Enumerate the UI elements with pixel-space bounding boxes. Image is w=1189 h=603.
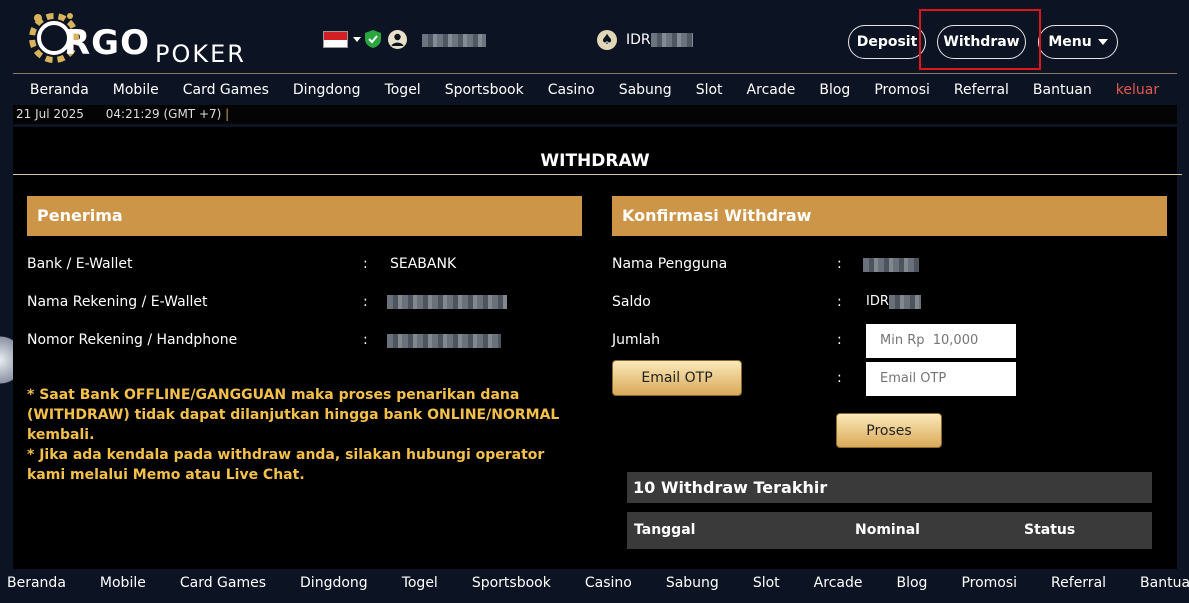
language-caret-icon[interactable] [353, 37, 361, 42]
footer-nav-promosi[interactable]: Promosi [944, 570, 1034, 596]
col-status: Status [1024, 522, 1076, 538]
menu-label: Menu [1048, 34, 1092, 50]
nav-item-beranda[interactable]: Beranda [18, 76, 101, 104]
footer-nav-card-games[interactable]: Card Games [163, 570, 283, 596]
col-nominal: Nominal [855, 522, 920, 538]
main-nav: Beranda Mobile Card Games Dingdong Togel… [0, 76, 1189, 104]
username-value-redacted [863, 258, 919, 272]
current-time: 04:21:29 (GMT +7) [105, 107, 222, 121]
withdraw-panel: WITHDRAW Penerima Bank / E-Wallet : SEAB… [13, 127, 1182, 569]
footer-nav-slot[interactable]: Slot [736, 570, 797, 596]
nav-item-sportsbook[interactable]: Sportsbook [433, 76, 536, 104]
footer-nav-dingdong[interactable]: Dingdong [283, 570, 385, 596]
bank-colon: : [363, 256, 368, 272]
account-name-redacted [387, 295, 507, 309]
deposit-button[interactable]: Deposit [848, 25, 926, 59]
nav-item-arcade[interactable]: Arcade [735, 76, 808, 104]
proses-button[interactable]: Proses [836, 413, 942, 448]
username-colon: : [837, 256, 842, 272]
withdraw-highlight-box [919, 9, 1041, 70]
nav-item-bantuan[interactable]: Bantuan [1021, 76, 1104, 104]
account-name-colon: : [363, 294, 368, 310]
nav-item-card-games[interactable]: Card Games [171, 76, 281, 104]
balance-redacted [651, 33, 693, 47]
footer-nav-mobile[interactable]: Mobile [83, 570, 163, 596]
jumlah-label: Jumlah [612, 332, 660, 348]
nav-item-referral[interactable]: Referral [942, 76, 1021, 104]
bottom-nav: Beranda Mobile Card Games Dingdong Togel Spor… [0, 570, 1189, 596]
nav-item-dingdong[interactable]: Dingdong [281, 76, 373, 104]
col-tanggal: Tanggal [634, 522, 696, 538]
nav-item-casino[interactable]: Casino [536, 76, 607, 104]
history-table-header: Tanggal Nominal Status [627, 512, 1152, 549]
saldo-colon: : [837, 294, 842, 310]
ticker-cursor: | [225, 107, 230, 121]
menu-button[interactable]: Menu [1038, 25, 1118, 59]
logo-text: RGO [64, 23, 150, 63]
jumlah-colon: : [837, 332, 842, 348]
page-title: WITHDRAW [540, 151, 650, 171]
saldo-label: Saldo [612, 294, 651, 310]
account-number-colon: : [363, 332, 368, 348]
nav-item-sabung[interactable]: Sabung [607, 76, 684, 104]
user-avatar-icon[interactable] [388, 30, 407, 49]
verified-shield-icon [365, 30, 381, 48]
logout-link[interactable]: keluar [1104, 76, 1171, 104]
balance-currency: IDR [626, 32, 651, 48]
otp-colon: : [837, 370, 842, 386]
username-label: Nama Pengguna [612, 256, 728, 272]
decorative-chip [0, 330, 14, 390]
spade-icon: ♠ [597, 30, 617, 50]
current-date: 21 Jul 2025 [16, 107, 84, 121]
otp-input[interactable] [866, 362, 1016, 396]
nav-item-togel[interactable]: Togel [373, 76, 433, 104]
header-divider [13, 73, 1177, 74]
konfirmasi-header: Konfirmasi Withdraw [612, 196, 1167, 236]
username-redacted [422, 34, 486, 47]
withdraw-notice: * Saat Bank OFFLINE/GANGGUAN maka proses… [27, 385, 587, 485]
bank-label: Bank / E-Wallet [27, 256, 133, 272]
account-number-redacted [387, 334, 501, 348]
account-number-label: Nomor Rekening / Handphone [27, 332, 238, 348]
footer-nav-blog[interactable]: Blog [879, 570, 944, 596]
footer-nav-arcade[interactable]: Arcade [797, 570, 880, 596]
footer-nav-sportsbook[interactable]: Sportsbook [455, 570, 568, 596]
footer-nav-sabung[interactable]: Sabung [649, 570, 736, 596]
nav-item-promosi[interactable]: Promosi [862, 76, 942, 104]
account-name-label: Nama Rekening / E-Wallet [27, 294, 208, 310]
nav-item-mobile[interactable]: Mobile [101, 76, 171, 104]
notice-text: * Saat Bank OFFLINE/GANGGUAN maka proses… [27, 387, 560, 483]
nav-item-slot[interactable]: Slot [684, 76, 735, 104]
email-otp-button[interactable]: Email OTP [612, 360, 742, 396]
amount-input[interactable] [866, 324, 1016, 358]
nav-item-blog[interactable]: Blog [807, 76, 862, 104]
site-logo[interactable]: RGO POKER [26, 8, 258, 68]
footer-nav-referral[interactable]: Referral [1034, 570, 1123, 596]
indonesia-flag-icon[interactable] [323, 31, 348, 48]
saldo-value-redacted [889, 295, 921, 309]
logo-subtext: POKER [155, 40, 246, 68]
bank-value: SEABANK [390, 256, 457, 272]
footer-nav-beranda[interactable]: Beranda [0, 570, 83, 596]
chevron-down-icon [1097, 39, 1108, 45]
footer-nav-bantuan[interactable]: Bantuan [1123, 570, 1189, 596]
date-time-bar: 21 Jul 2025 04:21:29 (GMT +7) | [13, 105, 1177, 124]
header: RGO POKER ♠ IDR Deposit Withdraw Menu [0, 0, 1189, 74]
footer-nav-togel[interactable]: Togel [385, 570, 455, 596]
title-divider [13, 174, 1182, 175]
footer-nav-casino[interactable]: Casino [568, 570, 649, 596]
saldo-currency: IDR [866, 294, 889, 309]
history-title: 10 Withdraw Terakhir [627, 472, 1152, 503]
penerima-header: Penerima [27, 196, 582, 236]
